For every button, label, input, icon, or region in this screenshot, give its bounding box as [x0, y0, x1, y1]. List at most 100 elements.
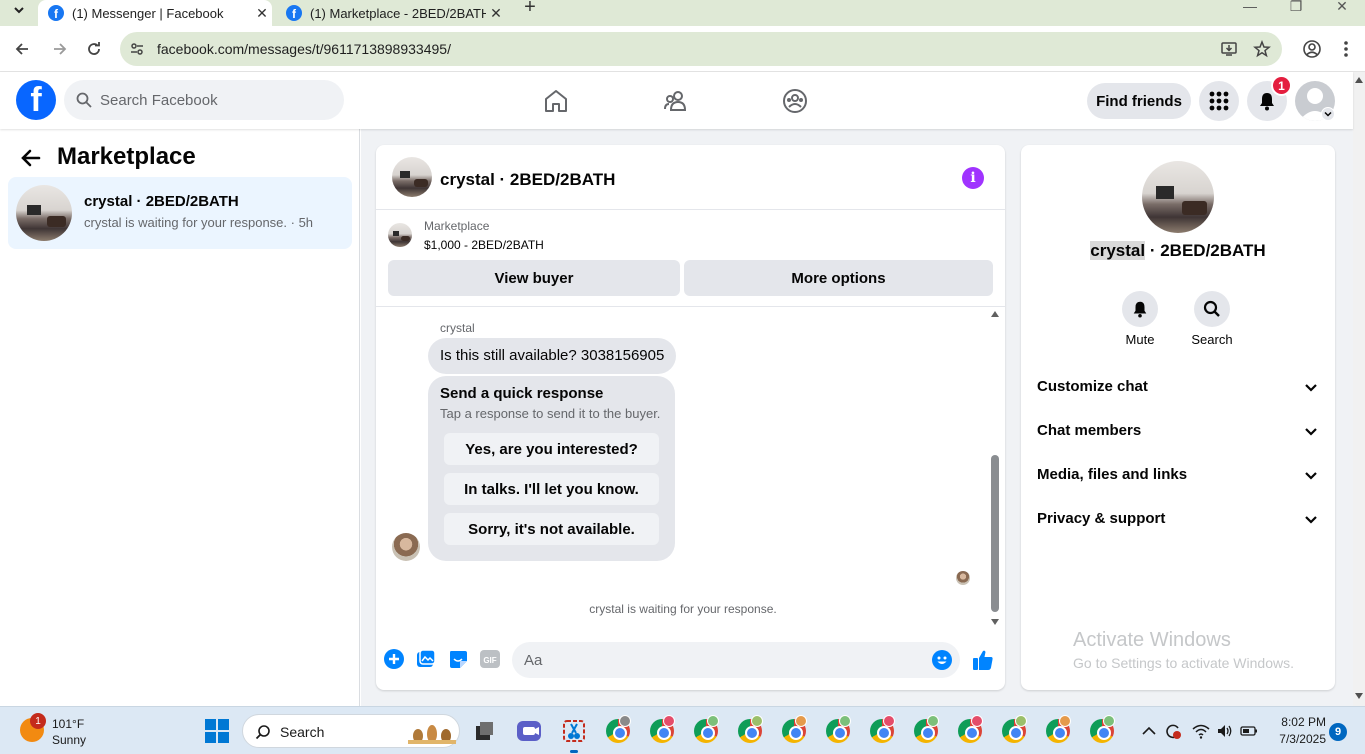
chrome-profile-app[interactable]: [646, 715, 678, 747]
more-options-button[interactable]: More options: [684, 260, 993, 296]
quick-response-card: Send a quick response Tap a response to …: [428, 376, 675, 561]
groups-icon[interactable]: [782, 88, 808, 114]
notification-count-badge[interactable]: 9: [1329, 723, 1347, 741]
conversation-name: crystal · 2BED/2BATH: [84, 193, 239, 210]
more-menu-icon[interactable]: [1336, 39, 1356, 59]
chrome-profile-app[interactable]: [1042, 715, 1074, 747]
close-window-button[interactable]: ✕: [1319, 0, 1365, 16]
battery-icon[interactable]: [1240, 722, 1258, 740]
url-text: facebook.com/messages/t/9611713898933495…: [157, 41, 451, 57]
scroll-down-arrow-icon[interactable]: [1355, 692, 1363, 700]
task-view-button[interactable]: [468, 715, 500, 747]
info-icon[interactable]: i: [962, 167, 984, 189]
windows-start-icon[interactable]: [205, 719, 229, 743]
quick-response-option[interactable]: Sorry, it's not available.: [444, 513, 659, 545]
weather-condition[interactable]: Sunny: [52, 733, 86, 747]
incoming-message-bubble[interactable]: Is this still available? 3038156905: [428, 338, 677, 374]
snipping-tool-app[interactable]: [558, 715, 590, 753]
sticker-icon[interactable]: [448, 649, 468, 669]
mute-action[interactable]: Mute: [1110, 291, 1170, 347]
address-bar[interactable]: facebook.com/messages/t/9611713898933495…: [120, 32, 1282, 66]
quick-response-option[interactable]: In talks. I'll let you know.: [444, 473, 659, 505]
volume-icon[interactable]: [1216, 722, 1234, 740]
customize-chat-section[interactable]: Customize chat: [1029, 365, 1327, 409]
chat-members-section[interactable]: Chat members: [1029, 409, 1327, 453]
find-friends-button[interactable]: Find friends: [1087, 83, 1191, 119]
conversation-preview: crystal is waiting for your response. · …: [84, 215, 314, 230]
chevron-down-icon: [1305, 472, 1317, 480]
bookmark-star-icon[interactable]: [1253, 40, 1271, 58]
section-label: Chat members: [1037, 422, 1142, 439]
facebook-top-nav: f Find friends 1: [0, 72, 1353, 129]
search-icon: [1203, 300, 1220, 317]
search-action[interactable]: Search: [1182, 291, 1242, 347]
listing-thumbnail[interactable]: [388, 223, 412, 247]
teams-app[interactable]: [513, 715, 545, 747]
minimize-window-button[interactable]: —: [1227, 0, 1273, 16]
chrome-profile-app[interactable]: [954, 715, 986, 747]
sync-alert-icon[interactable]: [1164, 722, 1182, 740]
tab-close-icon[interactable]: ✕: [486, 5, 506, 22]
scroll-down-arrow-icon[interactable]: [990, 617, 1000, 627]
forward-button[interactable]: [49, 38, 71, 60]
listing-source: Marketplace: [424, 219, 490, 233]
home-icon[interactable]: [543, 88, 569, 114]
chrome-profile-app[interactable]: [822, 715, 854, 747]
new-tab-button[interactable]: +: [520, 0, 540, 17]
taskbar-search[interactable]: Search: [242, 714, 460, 748]
chrome-profile-app[interactable]: [778, 715, 810, 747]
privacy-support-section[interactable]: Privacy & support: [1029, 497, 1327, 541]
chrome-profile-app[interactable]: [998, 715, 1030, 747]
quick-response-option[interactable]: Yes, are you interested?: [444, 433, 659, 465]
scroll-up-arrow-icon[interactable]: [1355, 76, 1363, 84]
clock-time[interactable]: 8:02 PM: [1270, 715, 1326, 729]
restore-window-button[interactable]: ❐: [1273, 0, 1319, 16]
chat-avatar[interactable]: [392, 157, 432, 197]
install-app-icon[interactable]: [1220, 40, 1238, 58]
thumbs-up-icon[interactable]: [972, 649, 994, 671]
gif-icon[interactable]: GIF: [480, 649, 500, 669]
facebook-logo[interactable]: f: [16, 80, 56, 120]
message-input-box[interactable]: [512, 642, 960, 678]
tab-close-icon[interactable]: ✕: [252, 5, 272, 22]
weather-temperature[interactable]: 101°F: [52, 717, 84, 731]
plus-circle-icon[interactable]: [384, 649, 404, 669]
chat-scrollbar-thumb[interactable]: [991, 455, 999, 612]
view-buyer-button[interactable]: View buyer: [388, 260, 680, 296]
chat-title[interactable]: crystal · 2BED/2BATH: [440, 170, 615, 190]
back-arrow-icon[interactable]: [20, 147, 42, 169]
chrome-profile-app[interactable]: [1086, 715, 1118, 747]
page-scrollbar[interactable]: [1353, 72, 1365, 706]
emoji-icon[interactable]: [932, 650, 952, 670]
listing-price-title[interactable]: $1,000 - 2BED/2BATH: [424, 238, 544, 252]
search-input[interactable]: [100, 80, 330, 120]
back-button[interactable]: [11, 38, 33, 60]
wifi-icon[interactable]: [1192, 722, 1210, 740]
chrome-profile-app[interactable]: [866, 715, 898, 747]
clock-date[interactable]: 7/3/2025: [1270, 732, 1326, 746]
search-highlight-illustration-icon: [408, 725, 456, 744]
chrome-profile-app[interactable]: [734, 715, 766, 747]
conversation-item[interactable]: crystal · 2BED/2BATH crystal is waiting …: [8, 177, 352, 249]
photo-icon[interactable]: [416, 649, 436, 669]
sender-avatar[interactable]: [392, 533, 420, 561]
account-menu-chevron[interactable]: [1321, 107, 1335, 121]
facebook-search-box[interactable]: [64, 80, 344, 120]
friends-icon[interactable]: [663, 88, 689, 114]
scroll-up-arrow-icon[interactable]: [990, 309, 1000, 319]
site-info-icon[interactable]: [128, 40, 146, 58]
chrome-profile-app[interactable]: [910, 715, 942, 747]
chrome-profile-app[interactable]: [690, 715, 722, 747]
message-input[interactable]: [524, 642, 914, 678]
reload-button[interactable]: [83, 38, 105, 60]
chrome-profile-app[interactable]: [602, 715, 634, 747]
profile-icon[interactable]: [1302, 39, 1322, 59]
tab-messenger[interactable]: f (1) Messenger | Facebook ✕: [38, 0, 272, 26]
tab-marketplace[interactable]: f (1) Marketplace - 2BED/2BATH ✕: [276, 0, 506, 26]
menu-button[interactable]: [1199, 81, 1239, 121]
media-files-links-section[interactable]: Media, files and links: [1029, 453, 1327, 497]
chevron-down-icon: [1324, 111, 1332, 117]
chevron-up-icon[interactable]: [1140, 722, 1158, 740]
tab-search-button[interactable]: [6, 0, 32, 20]
conversation-avatar[interactable]: [1142, 161, 1214, 233]
